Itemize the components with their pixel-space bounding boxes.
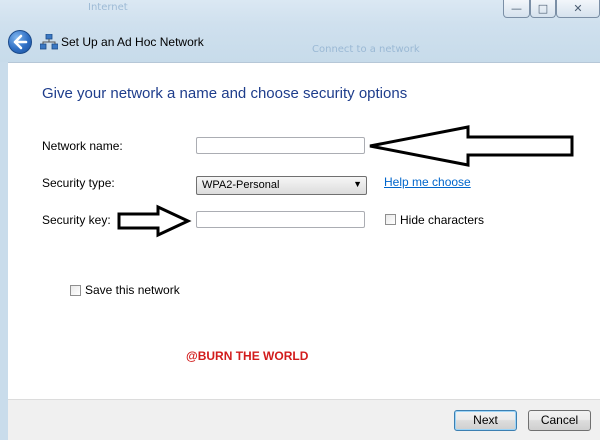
save-network-label[interactable]: Save this network [85,283,180,297]
hide-characters-label[interactable]: Hide characters [400,213,484,227]
background-window-text: Internet [88,2,128,13]
security-key-label: Security key: [42,213,111,227]
page-heading: Give your network a name and choose secu… [42,85,408,102]
maximize-button[interactable]: □ [530,0,556,18]
security-type-select[interactable]: WPA2-Personal ▼ [196,176,367,195]
help-me-choose-link[interactable]: Help me choose [384,175,471,189]
hide-characters-checkbox[interactable] [385,214,396,225]
arrow-annotation-right-icon [117,204,192,238]
security-type-label: Security type: [42,176,115,190]
security-type-value: WPA2-Personal [202,179,280,191]
back-button[interactable] [8,30,32,54]
network-name-input[interactable] [196,137,365,154]
security-key-input[interactable] [196,211,365,228]
save-network-checkbox[interactable] [70,285,81,296]
window-frame-left [0,62,8,439]
back-arrow-icon [13,34,28,50]
wizard-footer: Next Cancel [8,399,600,440]
next-button[interactable]: Next [454,410,517,431]
cancel-button[interactable]: Cancel [528,410,591,431]
close-button[interactable]: ✕ [556,0,600,18]
dropdown-arrow-icon: ▼ [353,179,362,189]
arrow-annotation-left-icon [369,125,574,167]
watermark-text: @BURN THE WORLD [186,349,309,363]
background-window-text-2: Connect to a network [312,44,420,55]
network-icon [40,34,58,50]
window-title: Set Up an Ad Hoc Network [61,35,204,49]
minimize-button[interactable]: — [503,0,530,18]
network-name-label: Network name: [42,139,123,153]
